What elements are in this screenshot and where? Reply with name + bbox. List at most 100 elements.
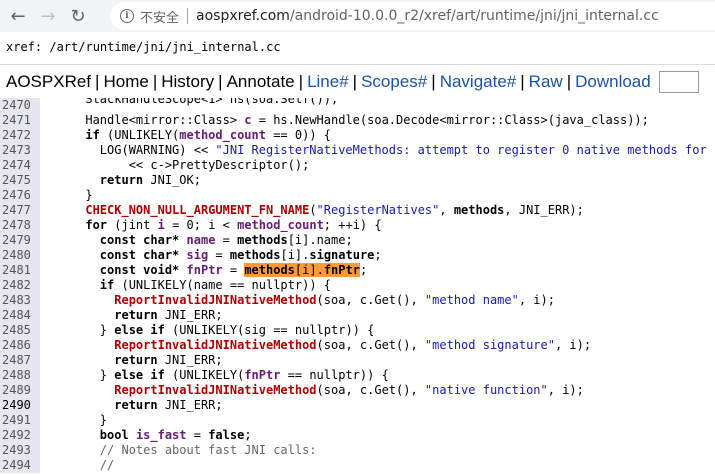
code-token: = xyxy=(208,248,230,262)
code-token: } xyxy=(42,368,115,382)
code-line: 2472 if (UNLIKELY(method_count == 0)) { xyxy=(0,128,715,143)
line-number[interactable]: 2490 xyxy=(0,398,40,413)
search-highlight[interactable]: methods[i].fnPtr xyxy=(244,263,360,277)
line-number[interactable]: 2471 xyxy=(0,113,40,128)
nav-separator: | xyxy=(520,71,525,91)
address-bar[interactable]: i 不安全 aospxref.com/android-10.0.0_r2/xre… xyxy=(110,2,715,30)
code-keyword: else if xyxy=(114,323,165,337)
insecure-label[interactable]: 不安全 xyxy=(140,7,179,26)
line-number[interactable]: 2479 xyxy=(0,233,40,248)
code-line: 2483 ReportInvalidJNINativeMethod(soa, c… xyxy=(0,293,715,308)
code-identifier[interactable]: fnPtr xyxy=(244,368,280,382)
line-number[interactable]: 2491 xyxy=(0,413,40,428)
line-number[interactable]: 2484 xyxy=(0,308,40,323)
code-identifier[interactable]: methods xyxy=(454,203,505,217)
code-string: "method name" xyxy=(424,293,519,307)
code-identifier[interactable]: methods xyxy=(237,233,288,247)
nav-history[interactable]: History xyxy=(161,72,214,92)
nav-separator: | xyxy=(152,71,158,91)
xref-path[interactable]: /art/runtime/jni/jni_internal.cc xyxy=(42,40,280,54)
code-text: return JNI_ERR; xyxy=(40,308,223,323)
code-function[interactable]: ReportInvalidJNINativeMethod xyxy=(42,338,316,352)
nav-line-toggle[interactable]: Line# xyxy=(307,72,349,92)
code-identifier[interactable]: methods xyxy=(244,263,295,277)
search-input[interactable] xyxy=(658,70,699,93)
nav-separator: | xyxy=(218,71,223,91)
code-identifier[interactable]: sig xyxy=(187,248,209,262)
code-token: [i]. xyxy=(280,248,310,262)
back-arrow-icon[interactable]: ← xyxy=(6,4,30,28)
code-comment: // Notes about fast JNI calls: xyxy=(42,443,317,457)
nav-separator: | xyxy=(431,71,436,91)
code-text: } xyxy=(42,188,93,202)
line-number[interactable]: 2483 xyxy=(0,293,40,308)
code-token: } xyxy=(42,323,115,337)
code-identifier[interactable]: c xyxy=(244,113,251,127)
code-token: JNI_ERR; xyxy=(157,308,223,322)
forward-arrow-icon[interactable]: → xyxy=(36,4,60,28)
code-keyword: const char* xyxy=(42,233,180,247)
code-line: 2489 ReportInvalidJNINativeMethod(soa, c… xyxy=(0,383,715,398)
code-identifier[interactable]: method_count xyxy=(179,128,266,142)
line-number[interactable]: 2475 xyxy=(0,173,40,188)
code-identifier[interactable]: methods xyxy=(230,248,281,262)
line-number[interactable]: 2470 xyxy=(0,98,40,113)
nav-annotate[interactable]: Annotate xyxy=(227,72,295,92)
code-token: JNI_OK; xyxy=(143,173,201,187)
code-macro[interactable]: CHECK_NON_NULL_ARGUMENT_FN_NAME xyxy=(42,203,309,217)
code-token: (UNLIKELY( xyxy=(99,128,180,142)
code-identifier[interactable]: is_fast xyxy=(136,428,187,442)
code-keyword: if xyxy=(42,278,115,292)
line-number[interactable]: 2480 xyxy=(0,248,40,263)
code-keyword: return xyxy=(42,353,158,367)
code-line: 2470 StackHandleScope<1> hs(soa.Self()); xyxy=(0,98,715,113)
code-identifier[interactable]: name xyxy=(187,233,216,247)
line-number[interactable]: 2472 xyxy=(0,128,40,143)
info-icon[interactable]: i xyxy=(120,9,134,23)
code-token: , JNI_ERR); xyxy=(504,203,584,217)
code-token: (UNLIKELY( xyxy=(164,368,245,382)
line-number[interactable]: 2473 xyxy=(0,143,40,158)
code-token: (UNLIKELY(sig == nullptr)) { xyxy=(164,323,375,337)
code-function[interactable]: ReportInvalidJNINativeMethod xyxy=(42,383,316,397)
line-number[interactable]: 2481 xyxy=(0,263,40,278)
code-identifier[interactable]: method_count xyxy=(237,218,324,232)
nav-home[interactable]: Home xyxy=(103,72,148,92)
code-identifier[interactable]: signature xyxy=(309,248,374,262)
line-number[interactable]: 2492 xyxy=(0,428,40,443)
nav-raw[interactable]: Raw xyxy=(529,72,563,92)
code-keyword: const char* xyxy=(42,248,180,262)
line-number[interactable]: 2478 xyxy=(0,218,40,233)
line-number[interactable]: 2485 xyxy=(0,323,40,338)
code-token: (jint xyxy=(107,218,158,232)
line-number[interactable]: 2493 xyxy=(0,443,40,458)
nav-download[interactable]: Download xyxy=(575,72,651,92)
nav-navigate-toggle[interactable]: Navigate# xyxy=(440,72,517,92)
code-text: return JNI_ERR; xyxy=(40,398,222,413)
code-token: (soa, c.Get(), xyxy=(316,293,425,307)
code-token: ; xyxy=(359,263,368,277)
nav-scopes-toggle[interactable]: Scopes# xyxy=(361,72,427,92)
line-number[interactable]: 2482 xyxy=(0,278,40,293)
nav-aospxref[interactable]: AOSPXRef xyxy=(6,72,91,92)
code-function[interactable]: ReportInvalidJNINativeMethod xyxy=(42,293,316,307)
code-token: , xyxy=(439,203,454,217)
code-identifier[interactable]: fnPtr xyxy=(324,263,360,277)
line-number[interactable]: 2494 xyxy=(0,458,40,473)
xref-label: xref: xyxy=(6,40,43,54)
reload-icon[interactable]: ↻ xyxy=(66,4,90,28)
line-number[interactable]: 2474 xyxy=(0,158,40,173)
code-identifier[interactable]: i xyxy=(158,218,165,232)
line-number[interactable]: 2488 xyxy=(0,368,40,383)
line-number[interactable]: 2489 xyxy=(0,383,40,398)
code-string: "RegisterNatives" xyxy=(316,203,440,217)
code-token: = xyxy=(186,428,209,442)
line-number[interactable]: 2486 xyxy=(0,338,40,353)
line-number[interactable]: 2477 xyxy=(0,203,40,218)
line-number[interactable]: 2487 xyxy=(0,353,40,368)
code-text: const void* fnPtr = methods[i].fnPtr; xyxy=(40,263,367,278)
line-number[interactable]: 2476 xyxy=(0,188,40,203)
code-identifier[interactable]: fnPtr xyxy=(187,263,223,277)
code-token: = hs.NewHandle(soa.Decode<mirror::Class>… xyxy=(251,113,649,127)
